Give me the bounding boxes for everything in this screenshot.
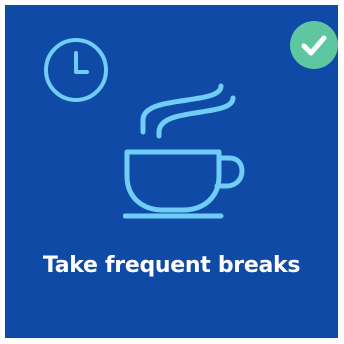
- break-tip-card[interactable]: Take frequent breaks: [5, 5, 338, 338]
- card-caption: Take frequent breaks: [42, 253, 301, 278]
- coffee-cup-icon: [123, 83, 245, 219]
- clock-icon: [44, 38, 108, 102]
- check-circle-icon[interactable]: [289, 20, 338, 70]
